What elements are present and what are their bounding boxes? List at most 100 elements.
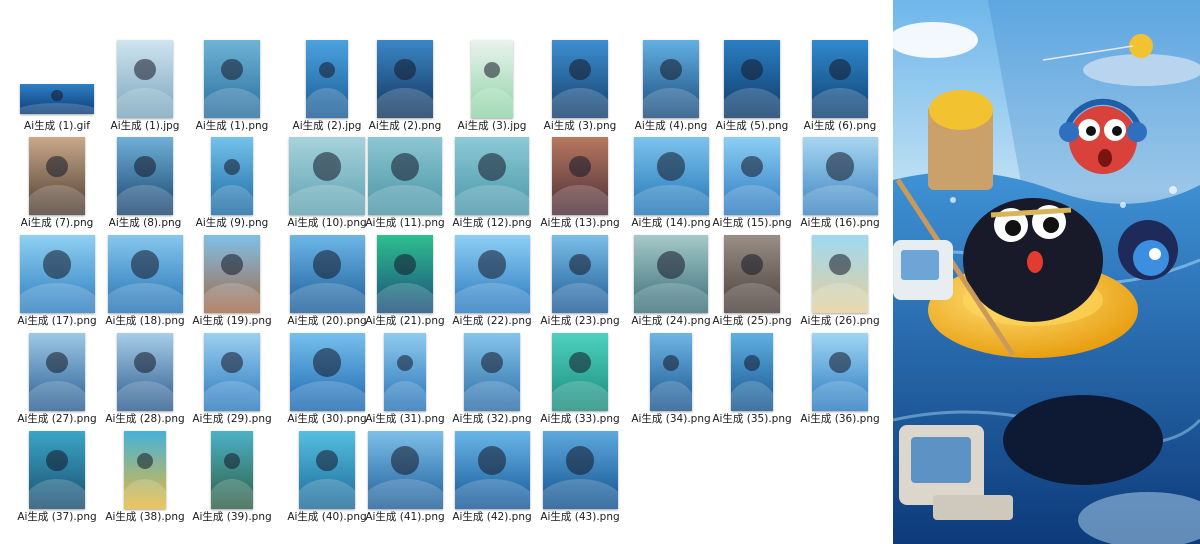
file-name-label: Ai生成 (36).png (800, 413, 880, 425)
file-item[interactable]: Ai生成 (25).png (707, 235, 797, 333)
file-item[interactable]: Ai生成 (10).png (282, 137, 372, 235)
file-item[interactable]: Ai生成 (18).png (100, 235, 190, 333)
preview-image (893, 0, 1200, 544)
file-name-label: Ai生成 (23).png (540, 315, 620, 327)
file-item[interactable]: Ai生成 (7).png (12, 137, 102, 235)
file-name-label: Ai生成 (41).png (365, 511, 445, 523)
file-item[interactable]: Ai生成 (39).png (187, 431, 277, 529)
file-name-label: Ai生成 (26).png (800, 315, 880, 327)
sea-creature-thumbnail (306, 40, 348, 118)
file-item[interactable]: Ai生成 (32).png (447, 333, 537, 431)
file-item[interactable]: Ai生成 (8).png (100, 137, 190, 235)
file-name-label: Ai生成 (1).png (195, 120, 269, 132)
file-item[interactable]: Ai生成 (30).png (282, 333, 372, 431)
file-item[interactable]: Ai生成 (1).gif (12, 84, 102, 138)
sea-creature-thumbnail (633, 137, 709, 215)
file-item[interactable]: Ai生成 (36).png (795, 333, 885, 431)
file-name-label: Ai生成 (17).png (17, 315, 97, 327)
collage-thumbnail (29, 137, 85, 215)
ship-thumbnail (204, 235, 260, 313)
file-item[interactable]: Ai生成 (26).png (795, 235, 885, 333)
balloon-thumbnail (204, 333, 260, 411)
file-name-label: Ai生成 (28).png (105, 413, 185, 425)
file-item[interactable]: Ai生成 (3).jpg (447, 40, 537, 138)
file-item[interactable]: Ai生成 (42).png (447, 431, 537, 529)
file-name-label: Ai生成 (2).png (368, 120, 442, 132)
file-item[interactable]: Ai生成 (28).png (100, 333, 190, 431)
file-name-label: Ai生成 (40).png (287, 511, 367, 523)
file-item[interactable]: Ai生成 (34).png (626, 333, 716, 431)
file-item[interactable]: Ai生成 (33).png (535, 333, 625, 431)
file-name-label: Ai生成 (12).png (452, 217, 532, 229)
file-item[interactable]: Ai生成 (38).png (100, 431, 190, 529)
file-name-label: Ai生成 (34).png (631, 413, 711, 425)
file-item[interactable]: Ai生成 (1).jpg (100, 40, 190, 138)
file-name-label: Ai生成 (32).png (452, 413, 532, 425)
fish-thumbnail (802, 137, 878, 215)
file-item[interactable]: Ai生成 (2).png (360, 40, 450, 138)
collage-thumbnail (552, 40, 608, 118)
file-item[interactable]: Ai生成 (31).png (360, 333, 450, 431)
file-item[interactable]: Ai生成 (14).png (626, 137, 716, 235)
file-name-label: Ai生成 (24).png (631, 315, 711, 327)
file-name-label: Ai生成 (43).png (540, 511, 620, 523)
file-item[interactable]: Ai生成 (22).png (447, 235, 537, 333)
sea-creature-thumbnail (552, 235, 608, 313)
file-item[interactable]: Ai生成 (15).png (707, 137, 797, 235)
file-name-label: Ai生成 (4).png (634, 120, 708, 132)
animated-gif-thumbnail (20, 84, 94, 114)
castle-thumbnail (552, 137, 608, 215)
island-thumbnail (377, 235, 433, 313)
file-name-label: Ai生成 (1).gif (24, 120, 90, 132)
file-name-label: Ai生成 (25).png (712, 315, 792, 327)
fish-thumbnail (107, 235, 183, 313)
collage-thumbnail (29, 431, 85, 509)
file-name-label: Ai生成 (37).png (17, 511, 97, 523)
file-item[interactable]: Ai生成 (2).jpg (282, 40, 372, 138)
file-name-label: Ai生成 (20).png (287, 315, 367, 327)
file-item[interactable]: Ai生成 (21).png (360, 235, 450, 333)
file-item[interactable]: Ai生成 (1).png (187, 40, 277, 138)
file-name-label: Ai生成 (22).png (452, 315, 532, 327)
file-item[interactable]: Ai生成 (19).png (187, 235, 277, 333)
file-name-label: Ai生成 (35).png (712, 413, 792, 425)
file-item[interactable]: Ai生成 (41).png (360, 431, 450, 529)
file-item[interactable]: Ai生成 (12).png (447, 137, 537, 235)
file-item[interactable]: Ai生成 (43).png (535, 431, 625, 529)
file-item[interactable]: Ai生成 (27).png (12, 333, 102, 431)
file-item[interactable]: Ai生成 (5).png (707, 40, 797, 138)
file-name-label: Ai生成 (6).png (803, 120, 877, 132)
file-item[interactable]: Ai生成 (3).png (535, 40, 625, 138)
collage-thumbnail (204, 40, 260, 118)
file-grid: Ai生成 (1).gif Ai生成 (1).jpg Ai生成 (1).png Ai生成… (0, 0, 890, 544)
wave-thumbnail (454, 431, 530, 509)
file-item[interactable]: Ai生成 (37).png (12, 431, 102, 529)
file-item[interactable]: Ai生成 (16).png (795, 137, 885, 235)
file-item[interactable]: Ai生成 (6).png (795, 40, 885, 138)
file-name-label: Ai生成 (9).png (195, 217, 269, 229)
file-name-label: Ai生成 (18).png (105, 315, 185, 327)
ship-thumbnail (211, 137, 253, 215)
balloon-thumbnail (289, 333, 365, 411)
file-name-label: Ai生成 (13).png (540, 217, 620, 229)
file-item[interactable]: Ai生成 (40).png (282, 431, 372, 529)
dolphin-thumbnail (454, 235, 530, 313)
collage-thumbnail (812, 40, 868, 118)
file-name-label: Ai生成 (29).png (192, 413, 272, 425)
file-name-label: Ai生成 (15).png (712, 217, 792, 229)
file-item[interactable]: Ai生成 (11).png (360, 137, 450, 235)
file-item[interactable]: Ai生成 (13).png (535, 137, 625, 235)
file-item[interactable]: Ai生成 (4).png (626, 40, 716, 138)
file-item[interactable]: Ai生成 (9).png (187, 137, 277, 235)
file-item[interactable]: Ai生成 (29).png (187, 333, 277, 431)
file-name-label: Ai生成 (19).png (192, 315, 272, 327)
file-item[interactable]: Ai生成 (24).png (626, 235, 716, 333)
file-name-label: Ai生成 (3).png (543, 120, 617, 132)
file-name-label: Ai生成 (27).png (17, 413, 97, 425)
file-item[interactable]: Ai生成 (23).png (535, 235, 625, 333)
file-item[interactable]: Ai生成 (35).png (707, 333, 797, 431)
file-name-label: Ai生成 (3).jpg (457, 120, 527, 132)
fishing-cat-thumbnail (289, 137, 365, 215)
file-item[interactable]: Ai生成 (20).png (282, 235, 372, 333)
file-item[interactable]: Ai生成 (17).png (12, 235, 102, 333)
